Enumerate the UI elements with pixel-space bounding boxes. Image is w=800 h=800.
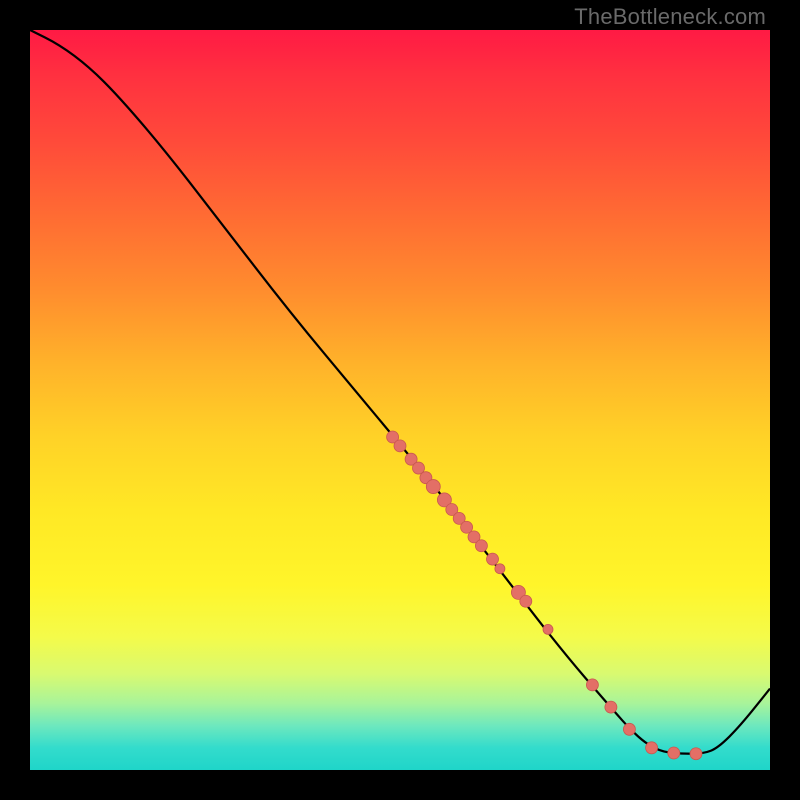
data-point [487, 553, 499, 565]
data-point [690, 748, 702, 760]
chart-overlay [30, 30, 770, 770]
data-point [426, 480, 440, 494]
data-point [520, 595, 532, 607]
data-point [605, 701, 617, 713]
data-points [387, 431, 702, 760]
bottleneck-curve [30, 30, 770, 754]
data-point [623, 723, 635, 735]
chart-frame: TheBottleneck.com [0, 0, 800, 800]
watermark-text: TheBottleneck.com [574, 4, 766, 30]
data-point [394, 440, 406, 452]
data-point [586, 679, 598, 691]
data-point [475, 540, 487, 552]
data-point [646, 742, 658, 754]
data-point [668, 747, 680, 759]
data-point [495, 564, 505, 574]
data-point [543, 624, 553, 634]
